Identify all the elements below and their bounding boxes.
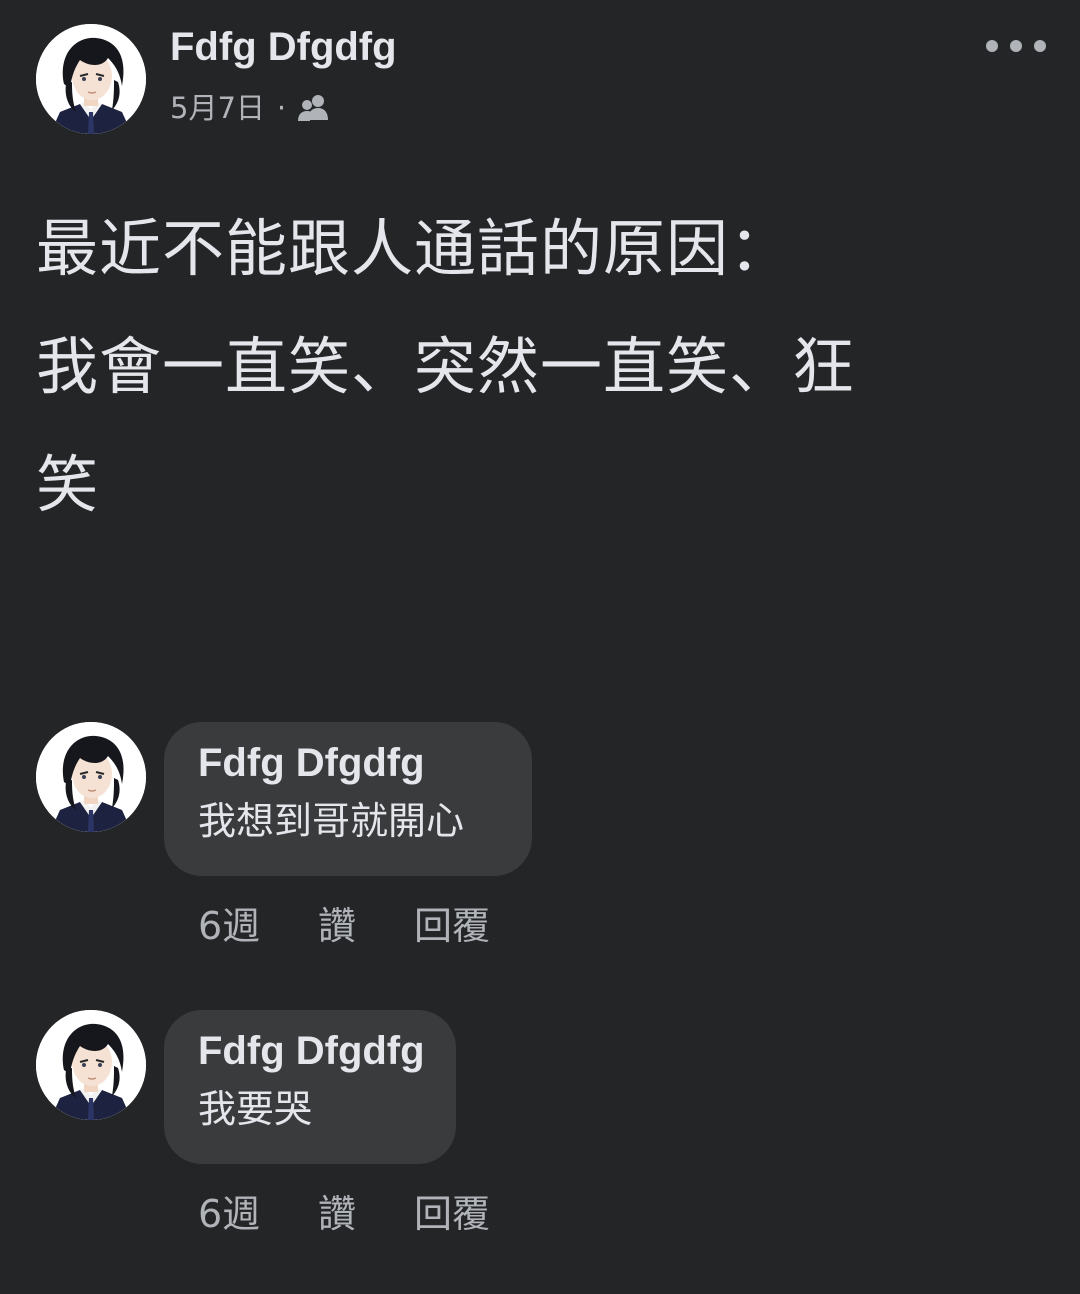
like-button[interactable]: 讚 xyxy=(318,1192,414,1236)
more-dot xyxy=(1034,40,1046,52)
commenter-avatar[interactable] xyxy=(36,722,146,832)
comment-text: 我要哭 xyxy=(198,1087,313,1131)
comment-timestamp[interactable]: 6週 xyxy=(198,904,318,948)
comment-actions: 6週 讚 回覆 xyxy=(198,1192,490,1236)
friends-icon[interactable] xyxy=(296,93,330,123)
reply-button[interactable]: 回覆 xyxy=(414,1192,490,1236)
like-button[interactable]: 讚 xyxy=(318,904,414,948)
comment-timestamp[interactable]: 6週 xyxy=(198,1192,318,1236)
post-header: Fdfg Dfgdfg 5月7日 · xyxy=(36,24,1046,136)
comment-item: Fdfg Dfgdfg 我想到哥就開心 6週 讚 回覆 xyxy=(36,722,1036,952)
post-body-text: 最近不能跟人通話的原因： 我會一直笑、突然一直笑、狂 笑 xyxy=(36,212,856,521)
comment-bubble[interactable]: Fdfg Dfgdfg 我想到哥就開心 xyxy=(164,722,532,876)
comment-bubble[interactable]: Fdfg Dfgdfg 我要哭 xyxy=(164,1010,456,1164)
reply-button[interactable]: 回覆 xyxy=(414,904,490,948)
post-meta: 5月7日 · xyxy=(170,90,330,126)
more-horizontal-icon[interactable] xyxy=(986,34,1046,58)
more-dot xyxy=(986,40,998,52)
author-avatar[interactable] xyxy=(36,24,146,134)
more-dot xyxy=(1010,40,1022,52)
commenter-name[interactable]: Fdfg Dfgdfg xyxy=(198,1026,425,1076)
comment-text: 我想到哥就開心 xyxy=(198,799,465,843)
commenter-avatar[interactable] xyxy=(36,1010,146,1120)
post-author-name[interactable]: Fdfg Dfgdfg xyxy=(170,24,397,70)
comment-item: Fdfg Dfgdfg 我要哭 6週 讚 回覆 xyxy=(36,1010,1036,1240)
comment-actions: 6週 讚 回覆 xyxy=(198,904,490,948)
post-date[interactable]: 5月7日 xyxy=(170,90,265,126)
commenter-name[interactable]: Fdfg Dfgdfg xyxy=(198,738,498,788)
meta-separator: · xyxy=(276,91,287,125)
